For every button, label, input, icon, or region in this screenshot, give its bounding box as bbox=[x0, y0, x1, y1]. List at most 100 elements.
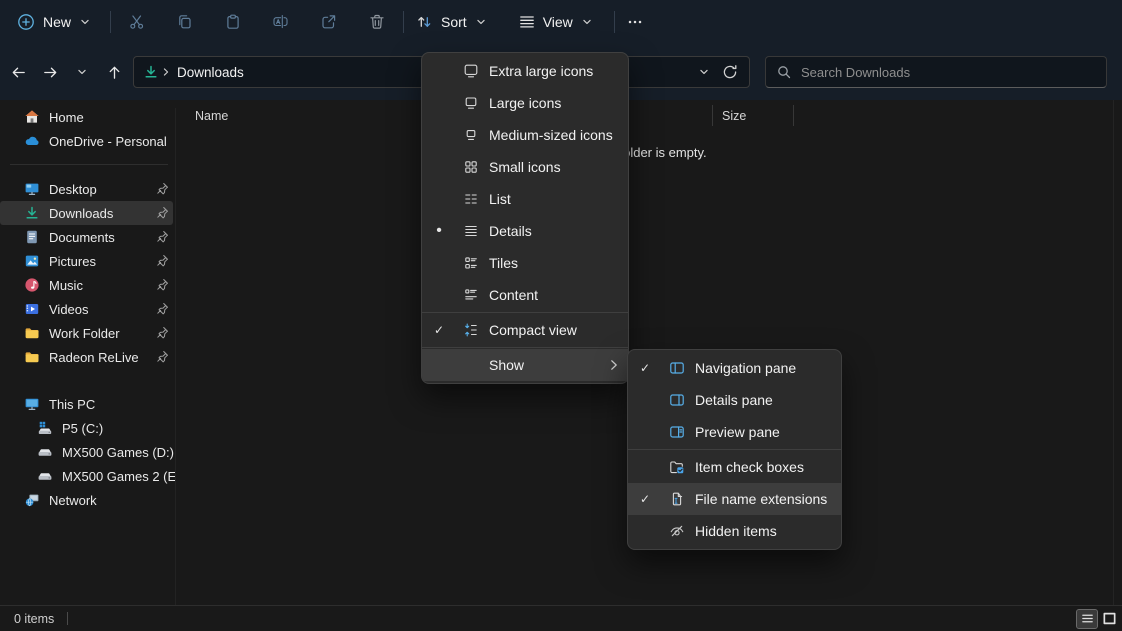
menu-item-tiles[interactable]: Tiles bbox=[422, 247, 628, 279]
preview-pane-icon bbox=[662, 424, 692, 440]
menu-item-compact-view[interactable]: ✓Compact view bbox=[422, 314, 628, 346]
address-dropdown-button[interactable] bbox=[691, 59, 717, 85]
menu-item-preview-pane[interactable]: Preview pane bbox=[628, 416, 841, 448]
rename-button[interactable] bbox=[265, 6, 297, 38]
pin-icon bbox=[155, 205, 170, 220]
menu-item-details[interactable]: • Details bbox=[422, 215, 628, 247]
sidebar-item-videos[interactable]: Videos bbox=[0, 297, 173, 321]
column-divider[interactable] bbox=[793, 105, 794, 126]
sidebar-item-label: Music bbox=[49, 278, 83, 293]
sidebar-item-label: MX500 Games 2 (E:) bbox=[62, 469, 176, 484]
view-button[interactable]: View bbox=[508, 6, 604, 38]
toolbar-separator bbox=[403, 11, 404, 33]
sidebar-item-work-folder[interactable]: Work Folder bbox=[0, 321, 173, 345]
menu-item-extra-large-icons[interactable]: Extra large icons bbox=[422, 55, 628, 87]
see-more-button[interactable] bbox=[619, 6, 651, 38]
status-bar: 0 items bbox=[0, 605, 1122, 631]
downloads-icon bbox=[24, 205, 40, 221]
menu-separator bbox=[422, 347, 628, 348]
thumbnail-view-toggle-icon bbox=[1101, 611, 1118, 626]
up-arrow-icon bbox=[106, 64, 123, 81]
drive-icon bbox=[37, 444, 53, 460]
menu-item-details-pane[interactable]: Details pane bbox=[628, 384, 841, 416]
desktop-icon bbox=[24, 181, 40, 197]
delete-button[interactable] bbox=[361, 6, 393, 38]
sidebar-item-label: Documents bbox=[49, 230, 115, 245]
menu-item-label: Details bbox=[489, 223, 532, 239]
column-header-name[interactable]: Name bbox=[195, 109, 228, 123]
sidebar-item-home[interactable]: Home bbox=[0, 105, 173, 129]
menu-item-small-icons[interactable]: Small icons bbox=[422, 151, 628, 183]
menu-item-show[interactable]: Show bbox=[422, 349, 628, 381]
sidebar-item-radeon-relive[interactable]: Radeon ReLive bbox=[0, 345, 173, 369]
file-explorer-window: { "toolbar": { "new_button": { "label": … bbox=[0, 0, 1122, 631]
copy-button[interactable] bbox=[169, 6, 201, 38]
column-divider[interactable] bbox=[712, 105, 713, 126]
pin-icon bbox=[155, 229, 170, 244]
share-icon bbox=[320, 13, 338, 31]
new-button[interactable]: New bbox=[6, 6, 102, 38]
menu-item-item-check-boxes[interactable]: Item check boxes bbox=[628, 451, 841, 483]
delete-icon bbox=[368, 13, 386, 31]
sidebar-item-desktop[interactable]: Desktop bbox=[0, 177, 173, 201]
pin-icon bbox=[155, 253, 170, 268]
sidebar-item-label: Home bbox=[49, 110, 84, 125]
sidebar-item-network[interactable]: Network bbox=[0, 488, 173, 512]
sidebar-item-downloads[interactable]: Downloads bbox=[0, 201, 173, 225]
compact-view-icon bbox=[456, 322, 486, 338]
menu-item-file-name-extensions[interactable]: ✓File name extensions bbox=[628, 483, 841, 515]
view-dropdown-menu: Extra large icons Large icons Medium-sized… bbox=[421, 52, 629, 384]
checkmark-icon: ✓ bbox=[628, 361, 662, 375]
item-checkboxes-icon bbox=[662, 459, 692, 475]
selected-bullet-icon: • bbox=[422, 226, 456, 236]
sidebar-item-pictures[interactable]: Pictures bbox=[0, 249, 173, 273]
search-box[interactable] bbox=[765, 56, 1107, 88]
menu-item-medium-sized-icons[interactable]: Medium-sized icons bbox=[422, 119, 628, 151]
sidebar-item-documents[interactable]: Documents bbox=[0, 225, 173, 249]
sidebar-item-label: Radeon ReLive bbox=[49, 350, 139, 365]
menu-item-label: Small icons bbox=[489, 159, 561, 175]
back-button[interactable] bbox=[4, 57, 32, 87]
chevron-down-icon bbox=[75, 65, 89, 79]
refresh-button[interactable] bbox=[717, 59, 743, 85]
sort-icon bbox=[416, 13, 434, 31]
hidden-items-icon bbox=[662, 523, 692, 539]
search-input[interactable] bbox=[801, 65, 1096, 80]
sidebar-item-this-pc[interactable]: This PC bbox=[0, 392, 173, 416]
sidebar-item-p5-c[interactable]: P5 (C:) bbox=[0, 416, 173, 440]
cut-button[interactable] bbox=[121, 6, 153, 38]
pin-icon bbox=[155, 181, 170, 196]
xl-icons-icon bbox=[456, 63, 486, 79]
paste-button[interactable] bbox=[217, 6, 249, 38]
sidebar-item-music[interactable]: Music bbox=[0, 273, 173, 297]
sidebar-section-quick: Home OneDrive - Personal bbox=[0, 105, 176, 153]
up-button[interactable] bbox=[100, 57, 128, 87]
sidebar-item-mx500-games-2-e[interactable]: MX500 Games 2 (E:) bbox=[0, 464, 173, 488]
sidebar-item-mx500-games-d[interactable]: MX500 Games (D:) bbox=[0, 440, 173, 464]
share-button[interactable] bbox=[313, 6, 345, 38]
details-view-toggle[interactable] bbox=[1077, 610, 1097, 628]
network-icon bbox=[24, 492, 40, 508]
sidebar-item-label: Pictures bbox=[49, 254, 96, 269]
search-icon bbox=[776, 64, 792, 80]
menu-item-label: Large icons bbox=[489, 95, 561, 111]
menu-item-list[interactable]: List bbox=[422, 183, 628, 215]
menu-item-content[interactable]: Content bbox=[422, 279, 628, 311]
sort-button-label: Sort bbox=[441, 14, 467, 30]
recent-locations-button[interactable] bbox=[68, 57, 96, 87]
thumbnail-view-toggle[interactable] bbox=[1099, 610, 1119, 628]
menu-item-label: Medium-sized icons bbox=[489, 127, 613, 143]
column-header-size[interactable]: Size bbox=[722, 109, 746, 123]
content-view-icon bbox=[456, 287, 486, 303]
forward-button[interactable] bbox=[36, 57, 64, 87]
sort-button[interactable]: Sort bbox=[406, 6, 498, 38]
navigation-pane: Home OneDrive - Personal DesktopDownloads… bbox=[0, 100, 176, 605]
menu-item-hidden-items[interactable]: Hidden items bbox=[628, 515, 841, 547]
details-view-toggle-icon bbox=[1079, 611, 1096, 626]
sidebar-item-onedrive-personal[interactable]: OneDrive - Personal bbox=[0, 129, 173, 153]
menu-item-label: Extra large icons bbox=[489, 63, 593, 79]
menu-item-navigation-pane[interactable]: ✓Navigation pane bbox=[628, 352, 841, 384]
back-arrow-icon bbox=[10, 64, 27, 81]
breadcrumb[interactable]: Downloads bbox=[177, 65, 244, 80]
menu-item-large-icons[interactable]: Large icons bbox=[422, 87, 628, 119]
